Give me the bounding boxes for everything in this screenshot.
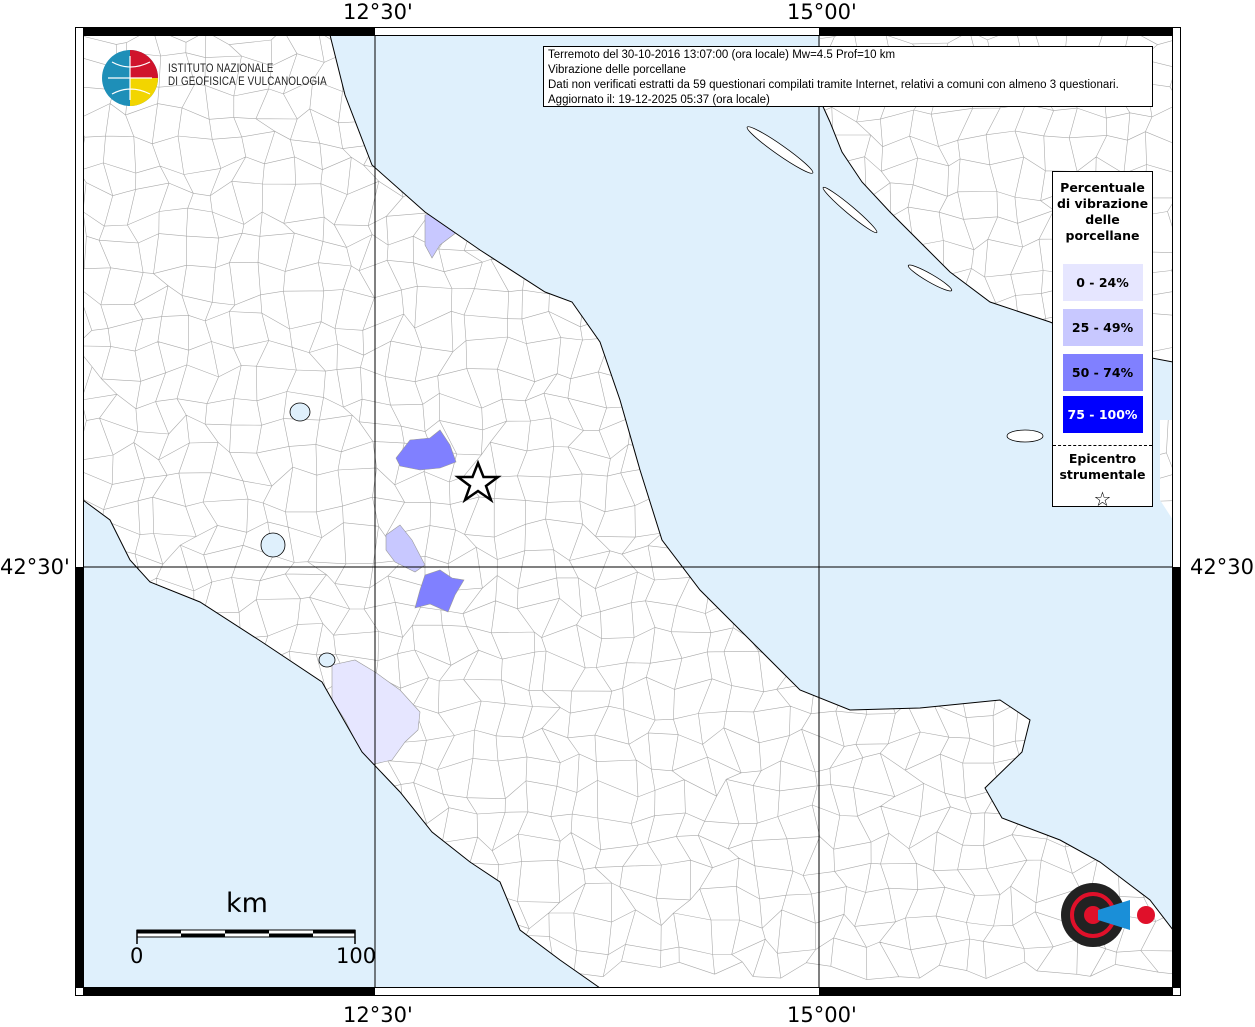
- ingv-line1: ISTITUTO NAZIONALE: [168, 63, 274, 75]
- info-box: Terremoto del 30-10-2016 13:07:00 (ora l…: [543, 46, 1153, 107]
- lon-label-top: 15°00': [787, 0, 857, 24]
- map[interactable]: [0, 0, 1255, 1024]
- lake: [260, 532, 286, 558]
- lake: [318, 652, 336, 668]
- legend: Percentuale di vibrazione delle porcella…: [1052, 171, 1153, 511]
- island: [1006, 429, 1044, 443]
- ingv-logo-text: ISTITUTO NAZIONALE DI GEOFISICA E VULCAN…: [168, 63, 327, 89]
- lat-label-right: 42°30': [1190, 555, 1255, 579]
- legend-title: Percentuale di vibrazione delle porcella…: [1053, 180, 1152, 244]
- info-parameter: Vibrazione delle porcellane: [548, 64, 686, 76]
- info-updated: Aggiornato il: 19-12-2025 05:37 (ora loc…: [548, 94, 770, 106]
- lon-label-bottom: 12°30': [343, 1003, 413, 1027]
- info-data-note: Dati non verificati estratti da 59 quest…: [548, 79, 1119, 91]
- scale-unit: km: [226, 888, 268, 919]
- legend-star-icon: ☆: [1093, 487, 1112, 511]
- legend-swatch-75-100: 75 - 100%: [1062, 396, 1143, 433]
- legend-epicenter-line: Epicentro: [1068, 451, 1137, 466]
- scale-max: 100: [336, 944, 377, 968]
- lon-label-bottom: 15°00': [787, 1003, 857, 1027]
- lon-label-top: 12°30': [343, 0, 413, 24]
- lat-label-left: 42°30': [0, 555, 70, 579]
- ingv-line2: DI GEOFISICA E VULCANOLOGIA: [168, 76, 327, 88]
- legend-title-line: porcellane: [1065, 228, 1140, 243]
- ingv-logo-globe-icon: [102, 50, 158, 106]
- legend-swatch-50-74: 50 - 74%: [1062, 354, 1143, 391]
- legend-divider: [1053, 445, 1152, 446]
- scale-min: 0: [130, 944, 144, 968]
- legend-title-line: Percentuale: [1060, 180, 1145, 195]
- info-event: Terremoto del 30-10-2016 13:07:00 (ora l…: [548, 49, 896, 61]
- legend-title-line: di vibrazione: [1056, 196, 1149, 211]
- legend-swatch-25-49: 25 - 49%: [1062, 309, 1143, 346]
- legend-epicenter-label: Epicentro strumentale: [1053, 451, 1152, 483]
- legend-swatch-0-24: 0 - 24%: [1062, 264, 1143, 301]
- lake: [289, 402, 311, 422]
- legend-title-line: delle: [1085, 212, 1120, 227]
- legend-epicenter-line: strumentale: [1059, 467, 1146, 482]
